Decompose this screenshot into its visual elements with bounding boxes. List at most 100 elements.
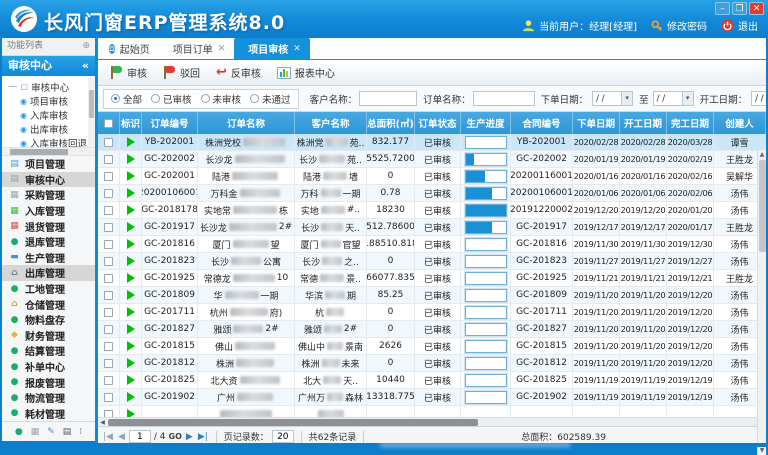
row-checkbox[interactable] [104, 359, 113, 368]
table-row[interactable] [98, 406, 766, 417]
customer-name-input[interactable] [359, 91, 417, 106]
tree-item[interactable]: ◉项目审核 [8, 94, 85, 108]
sidebar-menu-item[interactable]: ▦采购管理 [2, 187, 95, 203]
table-row[interactable]: GC-201815 佛山 佛山中景南 2626 已审核 GC-201815 20… [98, 338, 766, 355]
sidebar-menu-item[interactable]: ▤项目管理 [2, 156, 95, 172]
column-header[interactable]: 完工日期 [667, 112, 714, 134]
change-password-link[interactable]: 修改密码 [651, 18, 707, 33]
table-row[interactable]: GC-201711 杭州府) 杭 0 已审核 GC-201711 2019/11… [98, 304, 766, 321]
minimize-button[interactable]: – [715, 2, 730, 15]
sidebar-menu-item[interactable]: ●物料盘存 [2, 312, 95, 328]
row-checkbox[interactable] [104, 376, 113, 385]
column-header[interactable]: 创建人 [714, 112, 766, 134]
column-header[interactable]: 生产进度 [461, 112, 511, 134]
go-button[interactable]: GO [169, 432, 182, 441]
column-header[interactable]: 客户名称 [295, 112, 367, 134]
status-radio[interactable]: 未通过 [250, 92, 291, 106]
table-row[interactable]: GC-201823 长沙公寓 长沙之.. 0 已审核 GC-201823 201… [98, 253, 766, 270]
row-checkbox[interactable] [104, 206, 113, 215]
tree-item[interactable]: ◉出库审核 [8, 122, 85, 136]
column-header[interactable] [98, 112, 120, 134]
table-vertical-scrollbar[interactable]: ▲ ▼ [757, 150, 766, 455]
row-checkbox[interactable] [104, 223, 113, 232]
sidebar-menu-item[interactable]: ●补单中心 [2, 359, 95, 375]
sidebar-group-header[interactable]: 审核中心 « [2, 56, 95, 76]
tree-item[interactable]: ◉入库审核回退 [8, 136, 85, 148]
column-header[interactable]: 下单日期 [573, 112, 620, 134]
sidebar-menu-item[interactable]: ⌂仓储管理 [2, 296, 95, 312]
column-header[interactable]: 订单编号 [142, 112, 198, 134]
row-checkbox[interactable] [104, 257, 113, 266]
sidebar-menu-item[interactable]: ●耗材管理 [2, 406, 95, 422]
sidebar-menu-item[interactable]: ●结算管理 [2, 343, 95, 359]
table-row[interactable]: GC-2018178 实地常栋 实地#.. 18230 已审核 20191220… [98, 202, 766, 219]
first-page-button[interactable]: |◀ [102, 432, 114, 442]
order-date-from-picker[interactable]: / /▾ [592, 91, 633, 106]
row-checkbox[interactable] [104, 308, 113, 317]
row-checkbox[interactable] [104, 155, 113, 164]
tab-3[interactable]: 项目审核✕ [234, 38, 310, 59]
table-row[interactable]: 20200106001 万科金 万科一期 0.78 已审核 2020010600… [98, 185, 766, 202]
close-button[interactable]: ✕ [749, 2, 764, 15]
status-radio[interactable]: 全部 [111, 92, 142, 106]
start-date-picker[interactable]: / /▾ [751, 91, 766, 106]
order-name-input[interactable] [473, 91, 535, 106]
row-checkbox[interactable] [104, 325, 113, 334]
column-header[interactable]: 开工日期 [620, 112, 667, 134]
table-row[interactable]: GC-201917 长沙龙2# 长沙天.. 8512.78600.. 已审核 G… [98, 219, 766, 236]
row-checkbox[interactable] [104, 138, 113, 147]
table-row[interactable]: YB-202001 株洲党校 株洲党苑.. 832.177 已审核 YB-202… [98, 134, 766, 151]
next-page-button[interactable]: ▶ [185, 432, 194, 442]
tab-1[interactable]: ⌂起始页 [100, 38, 159, 59]
tree-vertical-scrollbar[interactable] [88, 76, 95, 148]
dropdown-arrow-icon[interactable]: ▾ [682, 92, 693, 105]
sidebar-menu-item[interactable]: ●报废管理 [2, 374, 95, 390]
scrollbar-thumb[interactable] [759, 160, 766, 252]
tab-2[interactable]: 项目订单✕ [159, 38, 235, 59]
page-number-input[interactable] [129, 430, 151, 443]
sidebar-menu-item[interactable]: ▦入库管理 [2, 203, 95, 219]
order-date-to-picker[interactable]: / /▾ [653, 91, 694, 106]
column-header[interactable]: 标识 [120, 112, 142, 134]
prev-page-button[interactable]: ◀ [117, 432, 126, 442]
tree-item[interactable]: ◉入库审核 [8, 108, 85, 122]
table-row[interactable]: GC-201825 北大资 北大天.. 10440 已审核 GC-201825 … [98, 372, 766, 389]
row-checkbox[interactable] [104, 342, 113, 351]
tree-horizontal-scrollbar[interactable] [2, 148, 95, 156]
scroll-down-icon[interactable]: ▼ [758, 446, 766, 455]
sidebar-menu-item[interactable]: ●退库管理 [2, 234, 95, 250]
column-header[interactable]: 订单状态 [415, 112, 461, 134]
more-icon[interactable]: ⁞ [79, 427, 82, 437]
page-size-input[interactable] [272, 430, 294, 443]
toolbar-button[interactable]: 审核 [106, 63, 155, 82]
column-header[interactable]: 订单名称 [198, 112, 295, 134]
table-horizontal-scrollbar[interactable]: ◀ ▶ [98, 417, 766, 426]
dot-icon[interactable]: ● [15, 427, 23, 437]
row-checkbox[interactable] [104, 274, 113, 283]
sidebar-menu-item[interactable]: ▦退货管理 [2, 218, 95, 234]
toolbar-button[interactable]: ↩反审核 [212, 63, 269, 82]
toolbar-button[interactable]: 驳回 [159, 63, 208, 82]
scrollbar-thumb[interactable] [108, 419, 478, 426]
pin-icon[interactable]: ⊕ [82, 38, 90, 55]
column-header[interactable]: 总面积(㎡) [367, 112, 415, 134]
table-row[interactable]: GC-201812 株洲 株洲未来 0 已审核 GC-201812 2019/1… [98, 355, 766, 372]
sidebar-menu-item[interactable]: ◆财务管理 [2, 328, 95, 344]
last-page-button[interactable]: ▶| [197, 432, 209, 442]
dropdown-arrow-icon[interactable]: ▾ [621, 92, 632, 105]
tab-close-icon[interactable]: ✕ [293, 44, 301, 54]
table-row[interactable]: GC-201902 广州 广州万森林 13318.775 已审核 GC-2019… [98, 389, 766, 406]
toolbar-button[interactable]: 报表中心 [273, 63, 343, 82]
row-checkbox[interactable] [104, 172, 113, 181]
sidebar-menu-item[interactable]: ▤审核中心 [2, 172, 95, 188]
row-checkbox[interactable] [104, 240, 113, 249]
sidebar-menu-item[interactable]: ▬生产管理 [2, 250, 95, 266]
scroll-up-icon[interactable]: ▲ [758, 150, 766, 159]
cart-icon[interactable]: ▦ [31, 427, 40, 437]
sidebar-menu-item[interactable]: ⌂出库管理 [2, 265, 95, 281]
select-all-checkbox[interactable] [104, 119, 113, 128]
table-row[interactable]: GC-202002 长沙龙 长沙苑.. 65525.7200.. 已审核 GC-… [98, 151, 766, 168]
table-row[interactable]: GC-201809 华一期 华滨期 85.25 已审核 GC-201809 20… [98, 287, 766, 304]
status-radio[interactable]: 已审核 [151, 92, 192, 106]
scroll-left-icon[interactable]: ◀ [98, 418, 107, 427]
